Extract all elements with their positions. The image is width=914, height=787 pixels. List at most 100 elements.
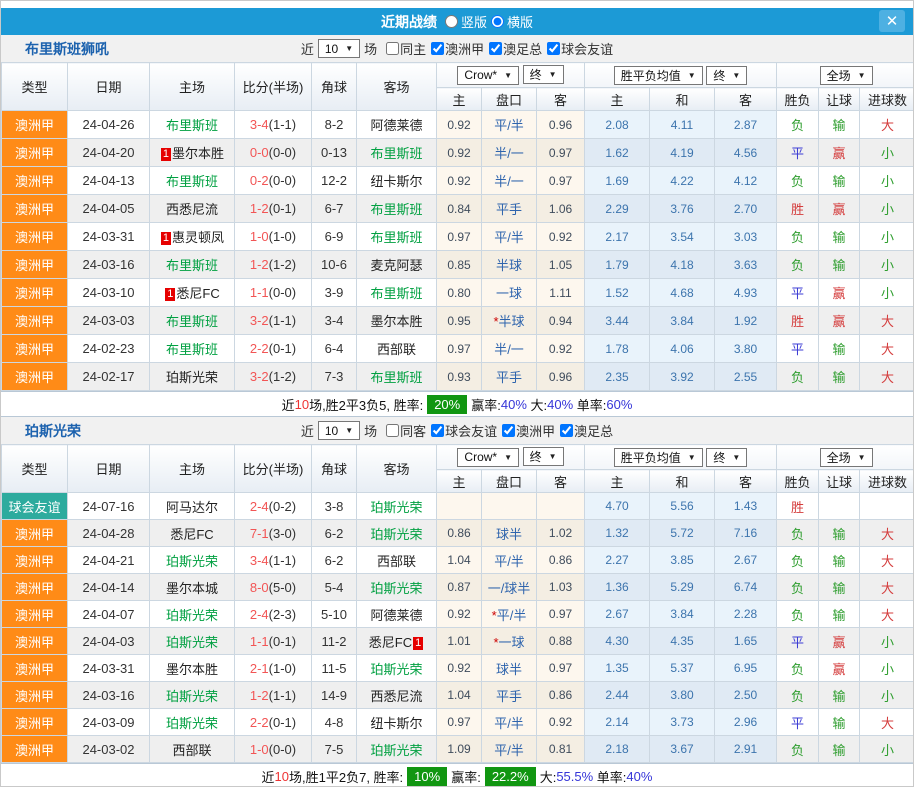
filter-option-同主[interactable]: 同主 (386, 39, 426, 58)
filter-checkbox-澳足总[interactable] (489, 42, 502, 55)
goals-cell: 大 (860, 520, 914, 547)
layout-horizontal-option[interactable]: 横版 (491, 12, 533, 31)
chevron-down-icon: ▼ (688, 453, 696, 462)
summary-text: 场,胜2平3负5, 胜率: (309, 395, 423, 414)
layout-vertical-option[interactable]: 竖版 (445, 12, 487, 31)
corner-cell: 6-4 (312, 335, 357, 363)
filter-checkbox-球会友谊[interactable] (431, 424, 444, 437)
home-odds-cell: 1.04 (437, 682, 482, 709)
score-half: (1-0) (269, 661, 296, 676)
date-cell: 24-04-26 (68, 111, 150, 139)
horizontal-layout-label: 横版 (507, 12, 533, 31)
filter-option-label: 澳洲甲 (445, 39, 484, 58)
handicap-result-cell: 输 (819, 682, 860, 709)
odds-final-value: 终 (530, 448, 542, 465)
odds-source-select[interactable]: Crow*▼ (457, 448, 519, 467)
vertical-layout-radio[interactable] (445, 15, 458, 28)
match-count-select[interactable]: 10▼ (318, 421, 360, 440)
summary-text: 10 (295, 397, 309, 412)
away-team-cell: 珀斯光荣 (357, 574, 437, 601)
table-row: 澳洲甲24-04-03珀斯光荣1-1(0-1)11-2悉尼FC11.01*一球0… (2, 628, 914, 655)
corner-cell: 14-9 (312, 682, 357, 709)
result-cell: 平 (777, 709, 819, 736)
avg-away-cell: 2.91 (715, 736, 777, 763)
avg-source-select[interactable]: 胜平负均值▼ (614, 448, 703, 467)
date-cell: 24-04-13 (68, 167, 150, 195)
table-row: 澳洲甲24-03-16布里斯班1-2(1-2)10-6麦克阿瑟0.85半球1.0… (2, 251, 914, 279)
away-odds-cell: 0.97 (537, 655, 585, 682)
away-odds-cell: 1.11 (537, 279, 585, 307)
avg-home-cell: 1.32 (585, 520, 650, 547)
score-half: (0-1) (269, 634, 296, 649)
avg-group-header: 胜平负均值▼ 终▼ (585, 445, 777, 470)
avg-away-cell: 1.43 (715, 493, 777, 520)
league-cell: 澳洲甲 (2, 736, 68, 763)
avg-home-cell: 2.67 (585, 601, 650, 628)
avg-home-cell: 2.27 (585, 547, 650, 574)
filter-option-澳洲甲[interactable]: 澳洲甲 (431, 39, 484, 58)
horizontal-layout-radio[interactable] (491, 15, 504, 28)
handicap-result-cell: 输 (819, 167, 860, 195)
score-cell: 1-1(0-0) (235, 279, 312, 307)
away-odds-cell: 0.92 (537, 223, 585, 251)
sub-header-handicap: 盘口 (482, 88, 537, 111)
away-odds-cell: 1.02 (537, 520, 585, 547)
filter-option-同客[interactable]: 同客 (386, 421, 426, 440)
filter-option-澳洲甲[interactable]: 澳洲甲 (502, 421, 555, 440)
filter-checkbox-同客[interactable] (386, 424, 399, 437)
date-cell: 24-02-17 (68, 363, 150, 391)
filter-checkbox-球会友谊[interactable] (547, 42, 560, 55)
avg-away-cell: 3.80 (715, 335, 777, 363)
corner-cell: 3-8 (312, 493, 357, 520)
home-team-cell: 西悉尼流 (150, 195, 235, 223)
avg-home-cell: 1.35 (585, 655, 650, 682)
odds-final-select[interactable]: 终▼ (523, 65, 564, 84)
table-row: 澳洲甲24-03-03布里斯班3-2(1-1)3-4墨尔本胜0.95*半球0.9… (2, 307, 914, 335)
filter-option-label: 澳洲甲 (516, 421, 555, 440)
scope-select[interactable]: 全场▼ (820, 448, 873, 467)
scope-select[interactable]: 全场▼ (820, 66, 873, 85)
goals-cell: 大 (860, 601, 914, 628)
filter-option-球会友谊[interactable]: 球会友谊 (431, 421, 497, 440)
matches-label: 场 (364, 421, 377, 440)
score-half: (0-1) (269, 341, 296, 356)
filter-option-澳足总[interactable]: 澳足总 (560, 421, 613, 440)
filter-checkbox-澳足总[interactable] (560, 424, 573, 437)
score-half: (1-1) (269, 553, 296, 568)
odds-source-select[interactable]: Crow*▼ (457, 66, 519, 85)
filter-checkbox-澳洲甲[interactable] (431, 42, 444, 55)
score-half: (1-1) (269, 313, 296, 328)
sub-header-result: 胜负 (777, 88, 819, 111)
filter-option-澳足总[interactable]: 澳足总 (489, 39, 542, 58)
col-header-score: 比分(半场) (235, 445, 312, 493)
home-odds-cell: 0.97 (437, 223, 482, 251)
sub-header-odds-away: 客 (537, 88, 585, 111)
date-cell: 24-07-16 (68, 493, 150, 520)
avg-final-value: 终 (713, 67, 725, 84)
away-team-cell: 珀斯光荣 (357, 736, 437, 763)
score-main: 3-4 (250, 553, 269, 568)
close-button[interactable]: ✕ (879, 10, 905, 32)
summary-text: 大: (527, 395, 547, 414)
filter-checkbox-同主[interactable] (386, 42, 399, 55)
score-half: (0-0) (269, 173, 296, 188)
results-table-brisbane: 类型 日期 主场 比分(半场) 角球 客场 Crow*▼ 终▼ 胜平负均值▼ 终… (1, 62, 914, 391)
handicap-result-cell (819, 493, 860, 520)
avg-home-cell: 2.14 (585, 709, 650, 736)
home-odds-cell: 1.04 (437, 547, 482, 574)
chevron-down-icon: ▼ (504, 71, 512, 80)
avg-source-select[interactable]: 胜平负均值▼ (614, 66, 703, 85)
match-count-select[interactable]: 10▼ (318, 39, 360, 58)
avg-final-select[interactable]: 终▼ (706, 66, 747, 85)
handicap-cell: 一球 (482, 279, 537, 307)
handicap-result-cell: 赢 (819, 628, 860, 655)
league-cell: 澳洲甲 (2, 682, 68, 709)
away-team-cell: 布里斯班 (357, 195, 437, 223)
filter-option-球会友谊[interactable]: 球会友谊 (547, 39, 613, 58)
odds-final-select[interactable]: 终▼ (523, 447, 564, 466)
score-main: 1-1 (250, 634, 269, 649)
filter-checkbox-澳洲甲[interactable] (502, 424, 515, 437)
avg-final-select[interactable]: 终▼ (706, 448, 747, 467)
avg-draw-cell: 4.19 (650, 139, 715, 167)
chevron-down-icon: ▼ (688, 71, 696, 80)
